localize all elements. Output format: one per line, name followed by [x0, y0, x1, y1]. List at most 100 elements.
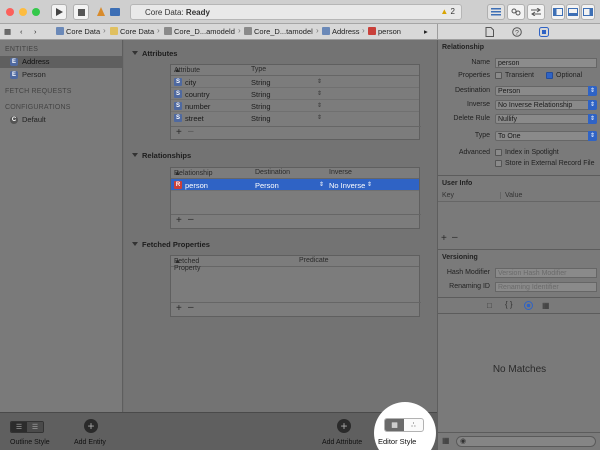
plus-icon: + [87, 419, 95, 433]
remove-user-info-icon[interactable]: – [452, 232, 458, 243]
quick-help-icon[interactable]: ? [512, 27, 522, 37]
attributes-section-title[interactable]: Attributes [132, 49, 177, 58]
related-items-icon[interactable]: ▦ [4, 27, 11, 36]
scheme-selector[interactable] [97, 6, 123, 18]
window-toolbar: Core Data: Ready ▲ 2 [0, 0, 600, 24]
run-button[interactable] [51, 4, 67, 20]
type-popup[interactable]: String [251, 114, 271, 123]
type-popup[interactable]: String [251, 78, 271, 87]
add-entity-button[interactable]: + [84, 419, 98, 433]
popup-arrows-icon: ⇕ [317, 79, 323, 85]
predicate-column-header[interactable]: Predicate [299, 257, 329, 264]
user-info-table-header: Key Value [438, 190, 600, 202]
fetched-properties-section-title[interactable]: Fetched Properties [132, 240, 210, 249]
add-user-info-icon[interactable]: + [441, 233, 447, 244]
popup-arrows-icon: ⇕ [367, 182, 373, 188]
relationship-icon [368, 27, 376, 35]
value-column-header[interactable]: Value [500, 192, 522, 199]
inverse-select[interactable]: No Inverse Relationship ⇕ [495, 100, 597, 110]
next-issue-icon[interactable]: ▸ [424, 27, 428, 36]
outline-list-icon[interactable]: ☰ [11, 422, 27, 432]
editor-style-segmented-control[interactable]: ▦ ∴ [384, 418, 424, 432]
forward-icon[interactable]: › [34, 27, 37, 36]
media-library-icon[interactable]: ▦ [542, 301, 550, 310]
advanced-label: Advanced [458, 149, 490, 156]
table-row[interactable]: S city String ⇕ [171, 76, 419, 88]
file-template-icon[interactable]: □ [487, 301, 492, 310]
zoom-window-button[interactable] [32, 8, 40, 16]
hash-modifier-field[interactable]: Version Hash Modifier [495, 268, 597, 278]
add-attribute-icon[interactable]: + [176, 127, 182, 138]
object-library-icon[interactable] [524, 301, 533, 310]
add-fetched-property-icon[interactable]: + [176, 303, 182, 314]
close-window-button[interactable] [6, 8, 14, 16]
version-editor-button[interactable] [527, 4, 545, 20]
standard-editor-button[interactable] [487, 4, 505, 20]
breadcrumb-model[interactable]: Core_D...tamodel [244, 27, 313, 36]
remove-relationship-icon[interactable]: – [188, 214, 194, 225]
assistant-editor-button[interactable] [507, 4, 525, 20]
table-row[interactable]: R person Person ⇕ No Inverse ⇕ [171, 179, 419, 191]
destination-column-header[interactable]: Destination [255, 169, 290, 176]
add-attribute-button[interactable]: + [337, 419, 351, 433]
type-popup[interactable]: String [251, 102, 271, 111]
remove-fetched-property-icon[interactable]: – [188, 302, 194, 313]
entity-outline: ENTITIES E Address E Person FETCH REQUES… [0, 40, 123, 412]
relationships-section-title[interactable]: Relationships [132, 151, 191, 160]
add-relationship-icon[interactable]: + [176, 215, 182, 226]
back-icon[interactable]: ‹ [20, 27, 23, 36]
breadcrumb-model-bundle[interactable]: Core_D...amodeld [164, 27, 235, 36]
filter-icon: ◉ [460, 438, 467, 445]
code-snippet-icon[interactable]: { } [505, 300, 513, 309]
index-spotlight-checkbox[interactable] [495, 149, 502, 156]
entity-item-person[interactable]: E Person [0, 69, 123, 81]
library-filter-field[interactable]: ◉ [456, 436, 596, 447]
outline-hierarchy-icon[interactable]: ☰ [27, 422, 43, 432]
table-row[interactable]: S number String ⇕ [171, 100, 419, 112]
warning-badge[interactable]: ▲ 2 [440, 7, 455, 16]
breadcrumb-entity[interactable]: Address [322, 27, 360, 36]
file-inspector-icon[interactable] [485, 27, 494, 37]
toggle-debug-button[interactable] [566, 4, 580, 20]
optional-checkbox[interactable] [546, 72, 553, 79]
entity-item-address[interactable]: E Address [0, 56, 123, 68]
stop-button[interactable] [73, 4, 89, 20]
popup-arrows-icon: ⇕ [317, 91, 323, 97]
delete-rule-select[interactable]: Nullify ⇕ [495, 114, 597, 124]
table-row[interactable]: S street String ⇕ [171, 112, 419, 124]
entity-icon [322, 27, 330, 35]
key-column-header[interactable]: Key [442, 192, 454, 199]
table-row[interactable]: S country String ⇕ [171, 88, 419, 100]
inverse-popup[interactable]: No Inverse [329, 181, 365, 190]
breadcrumb-relationship[interactable]: person [368, 27, 401, 36]
type-popup[interactable]: String [251, 90, 271, 99]
remove-attribute-icon[interactable]: – [188, 126, 194, 137]
grid-view-icon[interactable]: ▦ [442, 436, 450, 445]
external-record-checkbox[interactable] [495, 160, 502, 167]
destination-select[interactable]: Person ⇕ [495, 86, 597, 96]
name-field[interactable]: person [495, 58, 597, 68]
table-style-icon[interactable]: ▦ [385, 419, 404, 431]
disclosure-triangle-icon [132, 51, 138, 55]
minimize-window-button[interactable] [19, 8, 27, 16]
data-model-inspector-icon[interactable] [539, 27, 549, 37]
disclosure-triangle-icon [132, 153, 138, 157]
configuration-item-default[interactable]: C Default [0, 114, 123, 126]
destination-popup[interactable]: Person [255, 181, 279, 190]
breadcrumb-project[interactable]: Core Data [56, 27, 100, 36]
assistant-icon [511, 8, 521, 16]
transient-checkbox[interactable] [495, 72, 502, 79]
destination-label: Destination [454, 87, 490, 94]
relationship-icon: R [174, 181, 182, 189]
type-column-header[interactable]: Type [251, 66, 266, 73]
toggle-utilities-button[interactable] [581, 4, 595, 20]
breadcrumb-group[interactable]: Core Data [110, 27, 154, 36]
inverse-column-header[interactable]: Inverse [329, 169, 352, 176]
properties-label: Properties [458, 72, 490, 79]
renaming-id-field[interactable]: Renaming Identifier [495, 282, 597, 292]
toggle-navigator-button[interactable] [551, 4, 565, 20]
graph-style-icon[interactable]: ∴ [404, 419, 423, 431]
type-select[interactable]: To One ⇕ [495, 131, 597, 141]
outline-style-segmented-control[interactable]: ☰ ☰ [10, 421, 44, 433]
sort-up-icon: ▲ [174, 67, 181, 74]
